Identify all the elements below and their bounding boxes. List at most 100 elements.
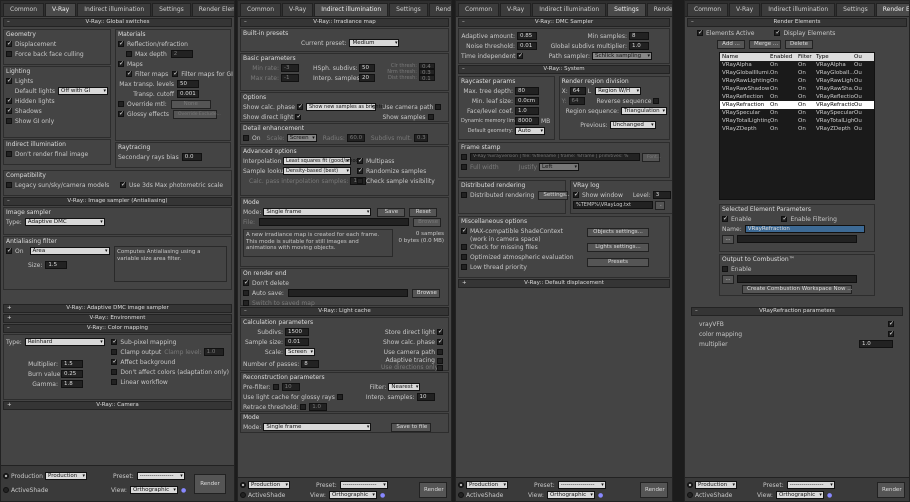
production-radio[interactable] <box>240 482 246 488</box>
interp-samples-spinner[interactable]: 20 <box>359 74 375 82</box>
max-depth-spinner[interactable]: 2 <box>170 50 193 58</box>
check-missing-checkbox[interactable] <box>461 244 467 250</box>
table-row[interactable]: VRayRawLightingOnOnVRayRawLigh...Ou <box>720 77 874 85</box>
column-header-filter[interactable]: Filter <box>798 53 816 61</box>
activeshade-radio[interactable] <box>3 487 9 493</box>
distributed-settings-button[interactable]: Settings... <box>538 190 571 200</box>
production-dropdown[interactable]: Production <box>248 481 290 489</box>
sample-size-spinner[interactable]: 0.01 <box>285 338 309 346</box>
region-x-spinner[interactable]: 64 <box>569 87 586 95</box>
lock-icon[interactable]: ● <box>598 492 603 499</box>
retrace-spinner[interactable]: 1.0 <box>309 403 328 411</box>
irradiance-mode-dropdown[interactable]: Single frame <box>263 208 372 216</box>
objects-settings-button[interactable]: Objects settings... <box>587 228 649 237</box>
lc-show-calc-checkbox[interactable] <box>437 338 443 345</box>
dist-thresh-spinner[interactable]: 0.1 <box>419 75 435 82</box>
clamp-output-checkbox[interactable] <box>111 349 118 355</box>
aa-on-checkbox[interactable] <box>6 247 12 254</box>
rollout-color-mapping[interactable]: – V-Ray:: Color mapping <box>3 324 232 333</box>
tab-settings[interactable]: Settings <box>607 3 646 16</box>
render-button[interactable]: Render <box>419 482 447 498</box>
glossy-effects-checkbox[interactable] <box>118 110 124 117</box>
max-rate-spinner[interactable]: -1 <box>281 74 299 82</box>
lights-settings-button[interactable]: Lights settings... <box>587 243 649 252</box>
dont-render-final-checkbox[interactable] <box>6 151 12 157</box>
detail-on-checkbox[interactable] <box>243 135 249 141</box>
color-mapping-checkbox[interactable] <box>888 330 894 337</box>
rollout-system[interactable]: – V-Ray:: System <box>458 65 670 74</box>
override-mtl-button[interactable]: None <box>170 99 211 109</box>
display-elements-checkbox[interactable] <box>774 29 780 36</box>
default-geometry-dropdown[interactable]: Auto <box>515 127 545 135</box>
use-directions-checkbox[interactable] <box>437 364 443 371</box>
save-to-file-button[interactable]: Save to file <box>391 422 432 432</box>
region-mode-dropdown[interactable]: Region W/H <box>595 87 642 95</box>
preset-dropdown[interactable]: ----------------- <box>786 481 835 489</box>
filter-dropdown[interactable]: Nearest <box>388 383 421 391</box>
prefilter-spinner[interactable]: 10 <box>281 383 300 391</box>
distributed-rendering-checkbox[interactable] <box>461 192 467 198</box>
prefilter-checkbox[interactable] <box>272 384 279 390</box>
show-window-checkbox[interactable] <box>573 191 579 198</box>
rollout-render-elements[interactable]: – Render Elements <box>687 18 907 27</box>
tab-render-elements[interactable]: Render Elements <box>191 3 234 16</box>
rollout-dmc-sampler[interactable]: – V-Ray:: DMC Sampler <box>458 18 670 27</box>
production-radio[interactable] <box>458 482 464 488</box>
randomize-samples-checkbox[interactable] <box>357 167 363 174</box>
optimized-atmospheric-checkbox[interactable] <box>461 254 467 260</box>
tab-indirect-illumination[interactable]: Indirect illumination <box>77 3 152 16</box>
tab-common[interactable]: Common <box>458 3 500 16</box>
region-y-spinner[interactable]: 64 <box>568 97 585 105</box>
show-gi-only-checkbox[interactable] <box>6 118 12 124</box>
preset-dropdown[interactable]: ----------------- <box>136 472 185 480</box>
table-row[interactable]: VRayRefraction On On VRayRefraction Ou <box>720 101 874 109</box>
reset-button[interactable]: Reset <box>409 207 438 217</box>
production-dropdown[interactable]: Production <box>466 481 508 489</box>
gamma-spinner[interactable]: 1.8 <box>61 380 83 388</box>
element-name-field[interactable]: VRayRefraction <box>744 225 865 233</box>
tab-vray[interactable]: V-Ray <box>45 3 77 16</box>
linear-workflow-checkbox[interactable] <box>111 379 118 385</box>
production-radio[interactable] <box>687 482 693 488</box>
auto-save-path-field[interactable] <box>287 289 408 297</box>
production-dropdown[interactable]: Production <box>45 472 87 480</box>
column-header-name[interactable]: Name <box>720 53 770 61</box>
min-leaf-size-spinner[interactable]: 0.0cm <box>515 97 539 105</box>
tab-indirect-illumination[interactable]: Indirect illumination <box>314 3 389 16</box>
maps-checkbox[interactable] <box>118 60 124 67</box>
dont-affect-colors-checkbox[interactable] <box>111 369 118 375</box>
auto-save-checkbox[interactable] <box>243 290 249 296</box>
rollout-environment[interactable]: + V-Ray:: Environment <box>3 314 232 323</box>
delete-element-button[interactable]: Delete <box>785 39 813 49</box>
adaptive-amount-spinner[interactable]: 0.85 <box>517 32 537 40</box>
min-samples-spinner[interactable]: 8 <box>629 32 649 40</box>
store-direct-checkbox[interactable] <box>437 328 443 335</box>
tab-indirect-illumination[interactable]: Indirect illumination <box>761 3 836 16</box>
font-button[interactable]: Font... <box>642 152 661 162</box>
show-direct-checkbox[interactable] <box>295 113 302 120</box>
lights-checkbox[interactable] <box>6 77 12 84</box>
rollout-irradiance-map[interactable]: – V-Ray:: Irradiance map <box>240 18 449 27</box>
activeshade-radio[interactable] <box>687 492 693 498</box>
lc-scale-dropdown[interactable]: Screen <box>285 348 315 356</box>
tab-render-elements[interactable]: Render Elements <box>875 3 909 16</box>
show-samples-checkbox[interactable] <box>427 114 434 120</box>
table-row[interactable]: VRayRawShadow On On VRayRawSha... Ou <box>720 85 874 93</box>
activeshade-radio[interactable] <box>240 492 246 498</box>
tab-vray[interactable]: V-Ray <box>729 3 761 16</box>
interpolation-dropdown[interactable]: Least squares fit (good/smoot <box>283 157 361 165</box>
preset-dropdown[interactable]: ----------------- <box>339 481 388 489</box>
tab-settings[interactable]: Settings <box>152 3 191 16</box>
enable-filtering-checkbox[interactable] <box>781 215 787 222</box>
lock-icon[interactable]: ● <box>380 492 385 499</box>
show-calc-mode-dropdown[interactable]: Show new samples as brighte <box>305 103 384 111</box>
view-dropdown[interactable]: Orthographic <box>129 486 178 494</box>
activeshade-radio[interactable] <box>458 492 464 498</box>
switch-saved-checkbox[interactable] <box>243 300 249 306</box>
show-calc-checkbox[interactable] <box>296 103 303 110</box>
dont-delete-checkbox[interactable] <box>243 279 249 286</box>
retrace-checkbox[interactable] <box>300 404 307 410</box>
aa-size-spinner[interactable]: 1.5 <box>45 261 68 269</box>
reflection-refraction-checkbox[interactable] <box>118 40 124 47</box>
create-combustion-workspace-button[interactable]: Create Combustion Workspace Now ... <box>742 284 853 294</box>
